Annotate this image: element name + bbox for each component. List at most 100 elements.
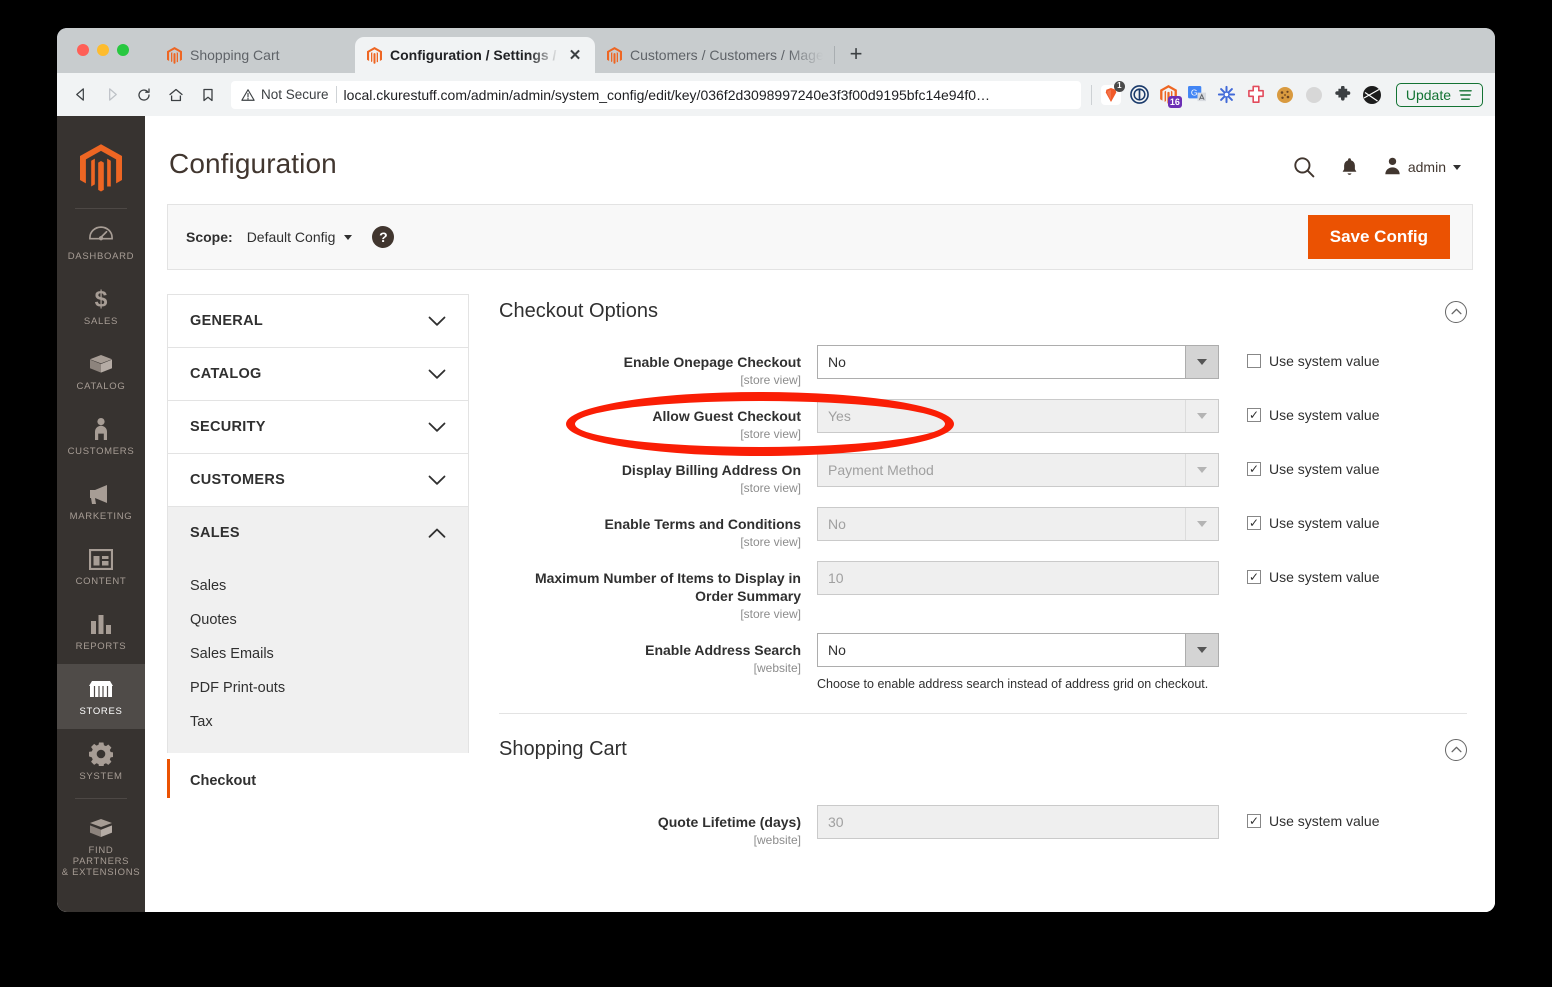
select-display-billing-address-on[interactable]: Payment Method [817, 453, 1219, 487]
use-system-value-checkbox[interactable]: ✓ [1247, 570, 1261, 584]
sidebar-item-catalog[interactable]: CATALOG [57, 339, 145, 404]
window-traffic-lights [77, 44, 129, 56]
update-button[interactable]: Update [1395, 82, 1483, 107]
use-system-value-checkbox[interactable] [1247, 354, 1261, 368]
select-arrow-icon[interactable] [1185, 508, 1218, 540]
minimize-window-button[interactable] [97, 44, 109, 56]
select-allow-guest-checkout[interactable]: Yes [817, 399, 1219, 433]
config-subitem-quotes[interactable]: Quotes [168, 603, 468, 637]
toolbar-divider [1090, 84, 1092, 105]
config-section-general[interactable]: GENERAL [167, 294, 469, 347]
input-maximum-number-of-items[interactable]: 10 [817, 561, 1219, 595]
config-subitem-tax[interactable]: Tax [168, 705, 468, 739]
sidebar-item-find-partners[interactable]: FIND PARTNERS & EXTENSIONS [57, 803, 145, 890]
use-system-value-group[interactable]: Use system value [1219, 345, 1379, 369]
use-system-value-group[interactable]: ✓ Use system value [1219, 507, 1379, 531]
sidebar-item-marketing[interactable]: MARKETING [57, 469, 145, 534]
sidebar-item-sales[interactable]: $ SALES [57, 274, 145, 339]
field-control: No [817, 507, 1219, 541]
use-system-value-checkbox[interactable]: ✓ [1247, 462, 1261, 476]
chevron-down-icon [428, 316, 446, 327]
search-icon[interactable] [1293, 156, 1315, 178]
config-subitem-pdf-print-outs[interactable]: PDF Print-outs [168, 671, 468, 705]
use-system-value-label: Use system value [1269, 461, 1380, 477]
config-section-customers[interactable]: CUSTOMERS [167, 453, 469, 506]
section-header-shopping-cart[interactable]: Shopping Cart [499, 714, 1467, 783]
asterisk-extension-icon[interactable] [1217, 85, 1237, 105]
dark-sphere-extension-icon[interactable] [1362, 85, 1382, 105]
config-section-security[interactable]: SECURITY [167, 400, 469, 453]
bell-icon[interactable] [1341, 157, 1358, 178]
maximize-window-button[interactable] [117, 44, 129, 56]
config-subitem-sales-emails[interactable]: Sales Emails [168, 637, 468, 671]
sidebar-item-dashboard[interactable]: DASHBOARD [57, 209, 145, 274]
save-config-button[interactable]: Save Config [1307, 215, 1450, 259]
brave-shields-badge: 1 [1113, 80, 1125, 92]
sidebar-item-stores[interactable]: STORES [57, 664, 145, 729]
config-subitem-sales[interactable]: Sales [168, 569, 468, 603]
new-tab-button[interactable]: + [839, 37, 873, 71]
config-section-sales[interactable]: SALES [167, 506, 469, 559]
use-system-value-group[interactable]: ✓ Use system value [1219, 399, 1379, 423]
magento-logo[interactable] [75, 130, 127, 209]
field-label: Enable Terms and Conditions [store view] [499, 507, 817, 549]
use-system-value-group[interactable]: ✓ Use system value [1219, 561, 1379, 585]
not-secure-indicator[interactable]: Not Secure [241, 87, 329, 102]
select-enable-terms-and-conditions[interactable]: No [817, 507, 1219, 541]
select-arrow-icon[interactable] [1185, 346, 1218, 378]
close-tab-button[interactable]: ✕ [567, 46, 583, 64]
select-arrow-icon[interactable] [1185, 400, 1218, 432]
header-actions: admin [1293, 148, 1461, 178]
brave-shields-icon[interactable]: 1 [1100, 80, 1125, 105]
reload-button[interactable] [129, 80, 159, 110]
config-page: Configuration admin Scope: Default Confi… [145, 116, 1495, 912]
field-label-text: Enable Terms and Conditions [604, 516, 801, 532]
chevron-up-circle-icon[interactable] [1445, 738, 1467, 761]
chevron-down-icon [428, 475, 446, 486]
scope-selector[interactable]: Default Config [247, 229, 353, 245]
section-header-checkout-options[interactable]: Checkout Options [499, 294, 1467, 345]
config-subitem-checkout[interactable]: Checkout [167, 759, 469, 798]
cross-extension-icon[interactable] [1246, 85, 1266, 105]
sidebar-item-reports[interactable]: REPORTS [57, 599, 145, 664]
svg-text:G: G [1191, 87, 1198, 97]
chevron-up-circle-icon[interactable] [1445, 300, 1467, 323]
help-icon[interactable]: ? [372, 226, 395, 248]
input-quote-lifetime-days[interactable]: 30 [817, 805, 1219, 839]
select-arrow-icon[interactable] [1185, 634, 1218, 666]
use-system-value-label: Use system value [1269, 353, 1380, 369]
magento-extension-icon[interactable]: 16 [1159, 85, 1182, 108]
use-system-value-checkbox[interactable]: ✓ [1247, 516, 1261, 530]
admin-user-menu[interactable]: admin [1384, 157, 1461, 178]
home-button[interactable] [161, 80, 191, 110]
browser-tab-customers[interactable]: Customers / Customers / Magento A [595, 37, 835, 73]
use-system-value-checkbox[interactable]: ✓ [1247, 408, 1261, 422]
sidebar-item-system[interactable]: SYSTEM [57, 729, 145, 794]
sidebar-item-customers[interactable]: CUSTOMERS [57, 404, 145, 469]
onepassword-icon[interactable] [1130, 85, 1150, 105]
back-button[interactable] [65, 80, 95, 110]
cookie-editor-icon[interactable] [1275, 85, 1295, 105]
use-system-value-group[interactable]: ✓ Use system value [1219, 805, 1379, 829]
config-section-catalog[interactable]: CATALOG [167, 347, 469, 400]
close-window-button[interactable] [77, 44, 89, 56]
browser-tab-shopping-cart[interactable]: Shopping Cart [155, 37, 355, 73]
forward-button[interactable] [97, 80, 127, 110]
select-enable-onepage-checkout[interactable]: No [817, 345, 1219, 379]
grey-circle-extension-icon[interactable] [1304, 85, 1324, 105]
sidebar-item-content[interactable]: CONTENT [57, 534, 145, 599]
puzzle-extensions-icon[interactable] [1333, 85, 1353, 105]
google-translate-icon[interactable]: G [1188, 85, 1208, 105]
select-arrow-icon[interactable] [1185, 454, 1218, 486]
tab-title: Shopping Cart [190, 47, 280, 63]
use-system-value-group[interactable]: ✓ Use system value [1219, 453, 1379, 477]
select-enable-address-search[interactable]: No [817, 633, 1219, 667]
bookmark-button[interactable] [193, 80, 223, 110]
browser-tab-configuration[interactable]: Configuration / Settings / Stores ✕ [355, 37, 595, 73]
magento-favicon [367, 46, 382, 64]
field-enable-onepage-checkout: Enable Onepage Checkout [store view] No [499, 345, 1467, 387]
field-enable-address-search: Enable Address Search [website] No Choos… [499, 633, 1467, 691]
browser-toolbar: Not Secure local.ckurestuff.com/admin/ad… [57, 73, 1495, 116]
use-system-value-checkbox[interactable]: ✓ [1247, 814, 1261, 828]
address-bar[interactable]: Not Secure local.ckurestuff.com/admin/ad… [231, 80, 1081, 109]
